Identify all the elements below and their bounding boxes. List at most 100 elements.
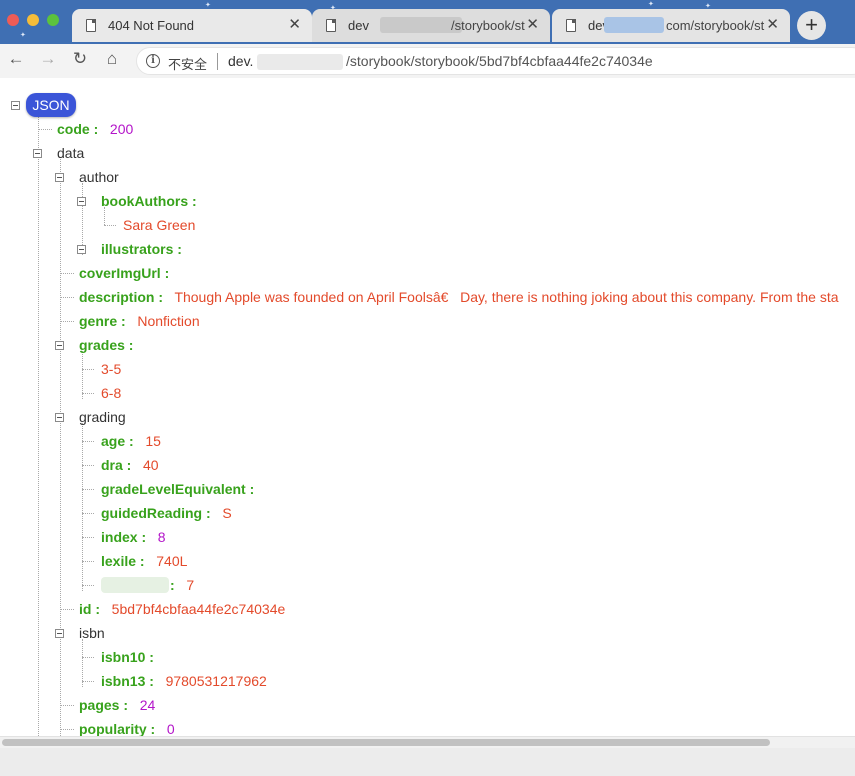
tree-row-popularity: popularity : 0 — [79, 719, 175, 736]
value-string: 7 — [186, 577, 195, 593]
close-tab-icon[interactable]: ✕ — [288, 15, 301, 33]
tree-row-lexile: lexile : 740L — [101, 551, 187, 571]
tree-row-isbn[interactable]: isbn — [79, 623, 105, 643]
tab-storybook-1[interactable]: dev /storybook/st ✕ — [312, 9, 550, 42]
key-label: isbn13 : — [101, 673, 154, 689]
star-decoration: ✦ — [648, 1, 654, 8]
tree-connector — [60, 297, 74, 298]
back-icon[interactable]: ← — [6, 49, 26, 69]
key-label: author — [79, 169, 119, 185]
close-tab-icon[interactable]: ✕ — [526, 15, 539, 33]
minimize-window-button[interactable] — [27, 14, 39, 26]
value-string: 40 — [143, 457, 159, 473]
key-label: isbn — [79, 625, 105, 641]
key-label: guidedReading : — [101, 505, 211, 521]
collapse-grading-toggle[interactable] — [55, 413, 64, 422]
new-tab-button[interactable]: + — [797, 11, 826, 40]
tree-row-redacted: : 7 — [170, 575, 194, 595]
value-number: 8 — [157, 529, 166, 545]
value-number: 0 — [166, 721, 175, 736]
url-host: dev. — [228, 53, 254, 69]
collapse-bookauthors-toggle[interactable] — [77, 197, 86, 206]
key-label: description : — [79, 289, 164, 305]
key-label: grades : — [79, 337, 134, 353]
json-viewer: JSON code : 200 data author bookAuthors … — [0, 78, 855, 736]
tree-row-age: age : 15 — [101, 431, 161, 451]
tree-row-author[interactable]: author — [79, 167, 119, 187]
tree-row-bookauthor-0: Sara Green — [123, 215, 195, 235]
tab-title-start: dev — [348, 18, 369, 33]
zoom-window-button[interactable] — [47, 14, 59, 26]
close-window-button[interactable] — [7, 14, 19, 26]
tree-row-dra: dra : 40 — [101, 455, 159, 475]
tab-title: 404 Not Found — [108, 18, 195, 33]
scrollbar-thumb[interactable] — [2, 739, 770, 746]
value-string: 5bd7bf4cbfaa44fe2c74034e — [111, 601, 286, 617]
json-root-badge[interactable]: JSON — [26, 93, 76, 117]
tree-connector — [82, 657, 94, 658]
tree-connector — [38, 111, 39, 736]
tree-row-bookauthors[interactable]: bookAuthors : — [101, 191, 197, 211]
value-string: 740L — [156, 553, 188, 569]
tree-row-illustrators[interactable]: illustrators : — [101, 239, 182, 259]
close-tab-icon[interactable]: ✕ — [766, 15, 779, 33]
value-string: Nonfiction — [137, 313, 200, 329]
star-decoration: ✦ — [205, 2, 211, 9]
star-decoration: ✦ — [20, 32, 26, 39]
collapse-data-toggle[interactable] — [33, 149, 42, 158]
forward-icon[interactable]: → — [38, 49, 58, 69]
browser-toolbar: ← → ↻ ⌂ i 不安全 dev. /storybook/storybook/… — [0, 44, 855, 79]
tree-connector — [38, 129, 52, 130]
collapse-grades-toggle[interactable] — [55, 341, 64, 350]
info-icon[interactable]: i — [146, 54, 160, 68]
tree-row-coverimgurl: coverImgUrl : — [79, 263, 169, 283]
divider — [217, 53, 218, 70]
home-icon[interactable]: ⌂ — [102, 49, 122, 69]
url-path: /storybook/storybook/5bd7bf4cbfaa44fe2c7… — [346, 53, 653, 69]
tree-row-pages: pages : 24 — [79, 695, 155, 715]
redacted-region — [257, 54, 343, 70]
value-number: 24 — [139, 697, 156, 713]
document-icon — [86, 19, 96, 32]
tree-row-grading[interactable]: grading — [79, 407, 126, 427]
collapse-illustrators-toggle[interactable] — [77, 245, 86, 254]
value-string: 9780531217962 — [165, 673, 267, 689]
redacted-region — [604, 17, 664, 33]
tree-connector — [60, 705, 74, 706]
tree-connector — [82, 351, 83, 399]
key-label: dra : — [101, 457, 132, 473]
key-label: bookAuthors : — [101, 193, 197, 209]
key-label: pages : — [79, 697, 129, 713]
tree-connector — [60, 159, 61, 736]
reload-icon[interactable]: ↻ — [70, 49, 90, 69]
browser-titlebar: ✦ ✦ ✦ ✦ ✦ 404 Not Found ✕ dev /storybook… — [0, 0, 855, 44]
address-bar[interactable]: i 不安全 dev. /storybook/storybook/5bd7bf4c… — [136, 47, 855, 75]
key-label: genre : — [79, 313, 126, 329]
tree-connector — [104, 225, 116, 226]
key-label: index : — [101, 529, 147, 545]
tab-storybook-active[interactable]: dev com/storybook/st ✕ — [552, 9, 790, 42]
tree-row-data[interactable]: data — [57, 143, 84, 163]
tab-title-end: /storybook/st — [451, 18, 525, 33]
tree-connector — [82, 393, 94, 394]
tree-connector — [82, 639, 83, 687]
collapse-isbn-toggle[interactable] — [55, 629, 64, 638]
key-label: id : — [79, 601, 100, 617]
tree-connector — [82, 537, 94, 538]
tree-connector — [60, 321, 74, 322]
tree-row-genre: genre : Nonfiction — [79, 311, 200, 331]
collapse-root-toggle[interactable] — [11, 101, 20, 110]
tree-row-guidedreading: guidedReading : S — [101, 503, 232, 523]
collapse-author-toggle[interactable] — [55, 173, 64, 182]
tree-connector — [82, 423, 83, 591]
redacted-region — [380, 17, 462, 33]
tree-row-grades[interactable]: grades : — [79, 335, 133, 355]
tree-connector — [82, 681, 94, 682]
tab-404-not-found[interactable]: 404 Not Found ✕ — [72, 9, 312, 42]
tree-connector — [82, 489, 94, 490]
tree-connector — [82, 369, 94, 370]
key-label: popularity : — [79, 721, 156, 736]
tree-connector — [60, 609, 74, 610]
security-label[interactable]: 不安全 — [168, 54, 207, 73]
value-number: 200 — [109, 121, 134, 137]
